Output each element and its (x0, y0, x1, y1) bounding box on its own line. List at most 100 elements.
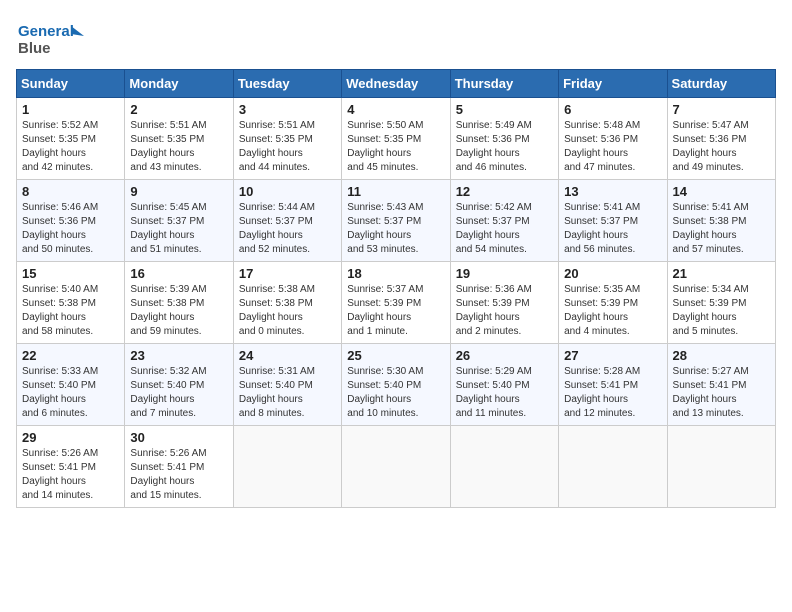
calendar-cell: 5Sunrise: 5:49 AMSunset: 5:36 PMDaylight… (450, 98, 558, 180)
sunset-text: Sunset: 5:36 PM (22, 216, 96, 227)
day-number: 29 (22, 430, 119, 445)
daylight-label: Daylight hours (673, 312, 737, 323)
sunset-text: Sunset: 5:39 PM (564, 298, 638, 309)
sunrise-text: Sunrise: 5:50 AM (347, 120, 423, 131)
weekday-header-thursday: Thursday (450, 70, 558, 98)
sunset-text: Sunset: 5:40 PM (22, 380, 96, 391)
daylight-value: and 49 minutes. (673, 162, 744, 173)
daylight-value: and 58 minutes. (22, 326, 93, 337)
daylight-label: Daylight hours (22, 394, 86, 405)
sunset-text: Sunset: 5:35 PM (347, 134, 421, 145)
calendar-header: SundayMondayTuesdayWednesdayThursdayFrid… (17, 70, 776, 98)
sunset-text: Sunset: 5:39 PM (673, 298, 747, 309)
daylight-label: Daylight hours (673, 394, 737, 405)
daylight-value: and 2 minutes. (456, 326, 522, 337)
calendar-cell: 15Sunrise: 5:40 AMSunset: 5:38 PMDayligh… (17, 262, 125, 344)
calendar-cell (450, 426, 558, 508)
calendar-cell: 29Sunrise: 5:26 AMSunset: 5:41 PMDayligh… (17, 426, 125, 508)
calendar-cell: 1Sunrise: 5:52 AMSunset: 5:35 PMDaylight… (17, 98, 125, 180)
daylight-value: and 45 minutes. (347, 162, 418, 173)
calendar-cell: 13Sunrise: 5:41 AMSunset: 5:37 PMDayligh… (559, 180, 667, 262)
daylight-value: and 15 minutes. (130, 490, 201, 501)
calendar-cell: 16Sunrise: 5:39 AMSunset: 5:38 PMDayligh… (125, 262, 233, 344)
day-number: 17 (239, 266, 336, 281)
day-number: 4 (347, 102, 444, 117)
daylight-value: and 46 minutes. (456, 162, 527, 173)
daylight-label: Daylight hours (347, 394, 411, 405)
daylight-value: and 47 minutes. (564, 162, 635, 173)
calendar-cell: 8Sunrise: 5:46 AMSunset: 5:36 PMDaylight… (17, 180, 125, 262)
day-number: 21 (673, 266, 770, 281)
day-number: 2 (130, 102, 227, 117)
calendar-cell (667, 426, 775, 508)
weekday-header-sunday: Sunday (17, 70, 125, 98)
sunset-text: Sunset: 5:38 PM (130, 298, 204, 309)
calendar-cell: 26Sunrise: 5:29 AMSunset: 5:40 PMDayligh… (450, 344, 558, 426)
daylight-label: Daylight hours (564, 394, 628, 405)
sunrise-text: Sunrise: 5:29 AM (456, 366, 532, 377)
sunset-text: Sunset: 5:36 PM (564, 134, 638, 145)
day-info: Sunrise: 5:28 AMSunset: 5:41 PMDaylight … (564, 365, 661, 421)
daylight-value: and 44 minutes. (239, 162, 310, 173)
daylight-label: Daylight hours (22, 312, 86, 323)
sunset-text: Sunset: 5:38 PM (673, 216, 747, 227)
day-number: 26 (456, 348, 553, 363)
sunrise-text: Sunrise: 5:39 AM (130, 284, 206, 295)
daylight-value: and 8 minutes. (239, 408, 305, 419)
weekday-header-saturday: Saturday (667, 70, 775, 98)
sunrise-text: Sunrise: 5:30 AM (347, 366, 423, 377)
day-number: 11 (347, 184, 444, 199)
sunset-text: Sunset: 5:39 PM (347, 298, 421, 309)
sunrise-text: Sunrise: 5:32 AM (130, 366, 206, 377)
sunrise-text: Sunrise: 5:40 AM (22, 284, 98, 295)
daylight-label: Daylight hours (130, 394, 194, 405)
sunrise-text: Sunrise: 5:46 AM (22, 202, 98, 213)
sunrise-text: Sunrise: 5:41 AM (564, 202, 640, 213)
daylight-label: Daylight hours (239, 312, 303, 323)
daylight-value: and 4 minutes. (564, 326, 630, 337)
calendar-cell: 2Sunrise: 5:51 AMSunset: 5:35 PMDaylight… (125, 98, 233, 180)
day-info: Sunrise: 5:42 AMSunset: 5:37 PMDaylight … (456, 201, 553, 257)
daylight-label: Daylight hours (347, 148, 411, 159)
sunrise-text: Sunrise: 5:42 AM (456, 202, 532, 213)
calendar-cell: 19Sunrise: 5:36 AMSunset: 5:39 PMDayligh… (450, 262, 558, 344)
daylight-value: and 54 minutes. (456, 244, 527, 255)
day-number: 9 (130, 184, 227, 199)
sunset-text: Sunset: 5:37 PM (347, 216, 421, 227)
calendar-table: SundayMondayTuesdayWednesdayThursdayFrid… (16, 69, 776, 508)
sunset-text: Sunset: 5:41 PM (564, 380, 638, 391)
sunset-text: Sunset: 5:37 PM (130, 216, 204, 227)
day-info: Sunrise: 5:48 AMSunset: 5:36 PMDaylight … (564, 119, 661, 175)
day-number: 12 (456, 184, 553, 199)
calendar-cell: 3Sunrise: 5:51 AMSunset: 5:35 PMDaylight… (233, 98, 341, 180)
calendar-cell: 9Sunrise: 5:45 AMSunset: 5:37 PMDaylight… (125, 180, 233, 262)
daylight-value: and 56 minutes. (564, 244, 635, 255)
weekday-header-tuesday: Tuesday (233, 70, 341, 98)
logo: General Blue (16, 16, 86, 61)
sunset-text: Sunset: 5:36 PM (673, 134, 747, 145)
sunset-text: Sunset: 5:36 PM (456, 134, 530, 145)
day-info: Sunrise: 5:35 AMSunset: 5:39 PMDaylight … (564, 283, 661, 339)
daylight-label: Daylight hours (130, 148, 194, 159)
day-info: Sunrise: 5:37 AMSunset: 5:39 PMDaylight … (347, 283, 444, 339)
sunrise-text: Sunrise: 5:51 AM (239, 120, 315, 131)
daylight-label: Daylight hours (239, 230, 303, 241)
daylight-label: Daylight hours (22, 148, 86, 159)
day-info: Sunrise: 5:27 AMSunset: 5:41 PMDaylight … (673, 365, 770, 421)
sunrise-text: Sunrise: 5:49 AM (456, 120, 532, 131)
daylight-value: and 14 minutes. (22, 490, 93, 501)
day-number: 14 (673, 184, 770, 199)
calendar-cell (559, 426, 667, 508)
sunrise-text: Sunrise: 5:48 AM (564, 120, 640, 131)
daylight-value: and 13 minutes. (673, 408, 744, 419)
calendar-cell: 27Sunrise: 5:28 AMSunset: 5:41 PMDayligh… (559, 344, 667, 426)
day-number: 23 (130, 348, 227, 363)
daylight-label: Daylight hours (130, 312, 194, 323)
daylight-value: and 10 minutes. (347, 408, 418, 419)
sunrise-text: Sunrise: 5:35 AM (564, 284, 640, 295)
sunrise-text: Sunrise: 5:44 AM (239, 202, 315, 213)
sunrise-text: Sunrise: 5:26 AM (130, 448, 206, 459)
day-number: 30 (130, 430, 227, 445)
sunrise-text: Sunrise: 5:43 AM (347, 202, 423, 213)
daylight-value: and 6 minutes. (22, 408, 88, 419)
